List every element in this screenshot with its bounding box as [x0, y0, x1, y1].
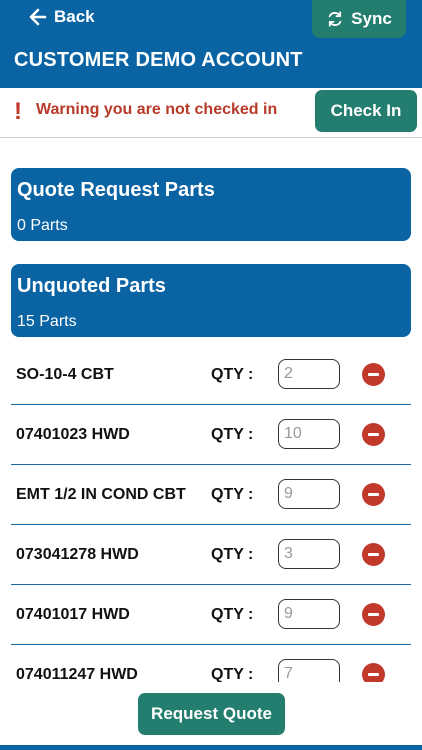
- qty-input[interactable]: 2: [278, 359, 340, 389]
- remove-part-icon[interactable]: [362, 663, 385, 682]
- section-count: 0 Parts: [17, 217, 68, 234]
- qty-label: QTY :: [211, 606, 254, 623]
- remove-part-icon[interactable]: [362, 423, 385, 446]
- qty-label: QTY :: [211, 486, 254, 503]
- part-name: SO-10-4 CBT: [16, 366, 114, 383]
- sync-icon: [328, 11, 342, 27]
- part-row: 073041278 HWD QTY : 3: [0, 525, 422, 585]
- qty-label: QTY :: [211, 546, 254, 563]
- part-row: 074011247 HWD QTY : 7: [0, 645, 422, 682]
- sync-label: Sync: [351, 9, 392, 28]
- arrow-left-icon: [29, 8, 47, 26]
- checkin-warning: ! Warning you are not checked in Check I…: [0, 88, 422, 134]
- sync-button[interactable]: Sync: [312, 0, 406, 38]
- section-count: 15 Parts: [17, 313, 77, 330]
- qty-input[interactable]: 3: [278, 539, 340, 569]
- qty-input[interactable]: 10: [278, 419, 340, 449]
- section-title: Unquoted Parts: [17, 275, 166, 297]
- back-button[interactable]: Back: [28, 6, 95, 28]
- bottom-bar: [0, 745, 422, 750]
- qty-input[interactable]: 9: [278, 599, 340, 629]
- qty-input[interactable]: 7: [278, 659, 340, 682]
- quote-request-parts-section[interactable]: Quote Request Parts 0 Parts: [11, 168, 411, 241]
- unquoted-parts-list[interactable]: SO-10-4 CBT QTY : 2 07401023 HWD QTY : 1…: [0, 345, 422, 682]
- part-row: 07401017 HWD QTY : 9: [0, 585, 422, 645]
- warning-text: Warning you are not checked in: [36, 101, 278, 118]
- qty-label: QTY :: [211, 426, 254, 443]
- exclamation-icon: !: [14, 98, 22, 125]
- remove-part-icon[interactable]: [362, 543, 385, 566]
- request-quote-button[interactable]: Request Quote: [138, 693, 285, 735]
- qty-label: QTY :: [211, 366, 254, 383]
- part-name: 074011247 HWD: [16, 666, 138, 682]
- app-header: Back Sync CUSTOMER DEMO ACCOUNT: [0, 0, 422, 88]
- part-name: 073041278 HWD: [16, 546, 139, 563]
- remove-part-icon[interactable]: [362, 603, 385, 626]
- section-title: Quote Request Parts: [17, 179, 215, 201]
- check-in-button[interactable]: Check In: [315, 90, 417, 132]
- part-name: 07401023 HWD: [16, 426, 130, 443]
- qty-input[interactable]: 9: [278, 479, 340, 509]
- back-label: Back: [54, 7, 95, 26]
- account-title: CUSTOMER DEMO ACCOUNT: [14, 49, 303, 71]
- qty-label: QTY :: [211, 666, 254, 682]
- part-name: EMT 1/2 IN COND CBT: [16, 486, 186, 503]
- part-row: SO-10-4 CBT QTY : 2: [0, 345, 422, 405]
- part-row: 07401023 HWD QTY : 10: [0, 405, 422, 465]
- part-name: 07401017 HWD: [16, 606, 130, 623]
- unquoted-parts-section[interactable]: Unquoted Parts 15 Parts: [11, 264, 411, 337]
- part-row: EMT 1/2 IN COND CBT QTY : 9: [0, 465, 422, 525]
- divider: [0, 137, 422, 138]
- remove-part-icon[interactable]: [362, 483, 385, 506]
- remove-part-icon[interactable]: [362, 363, 385, 386]
